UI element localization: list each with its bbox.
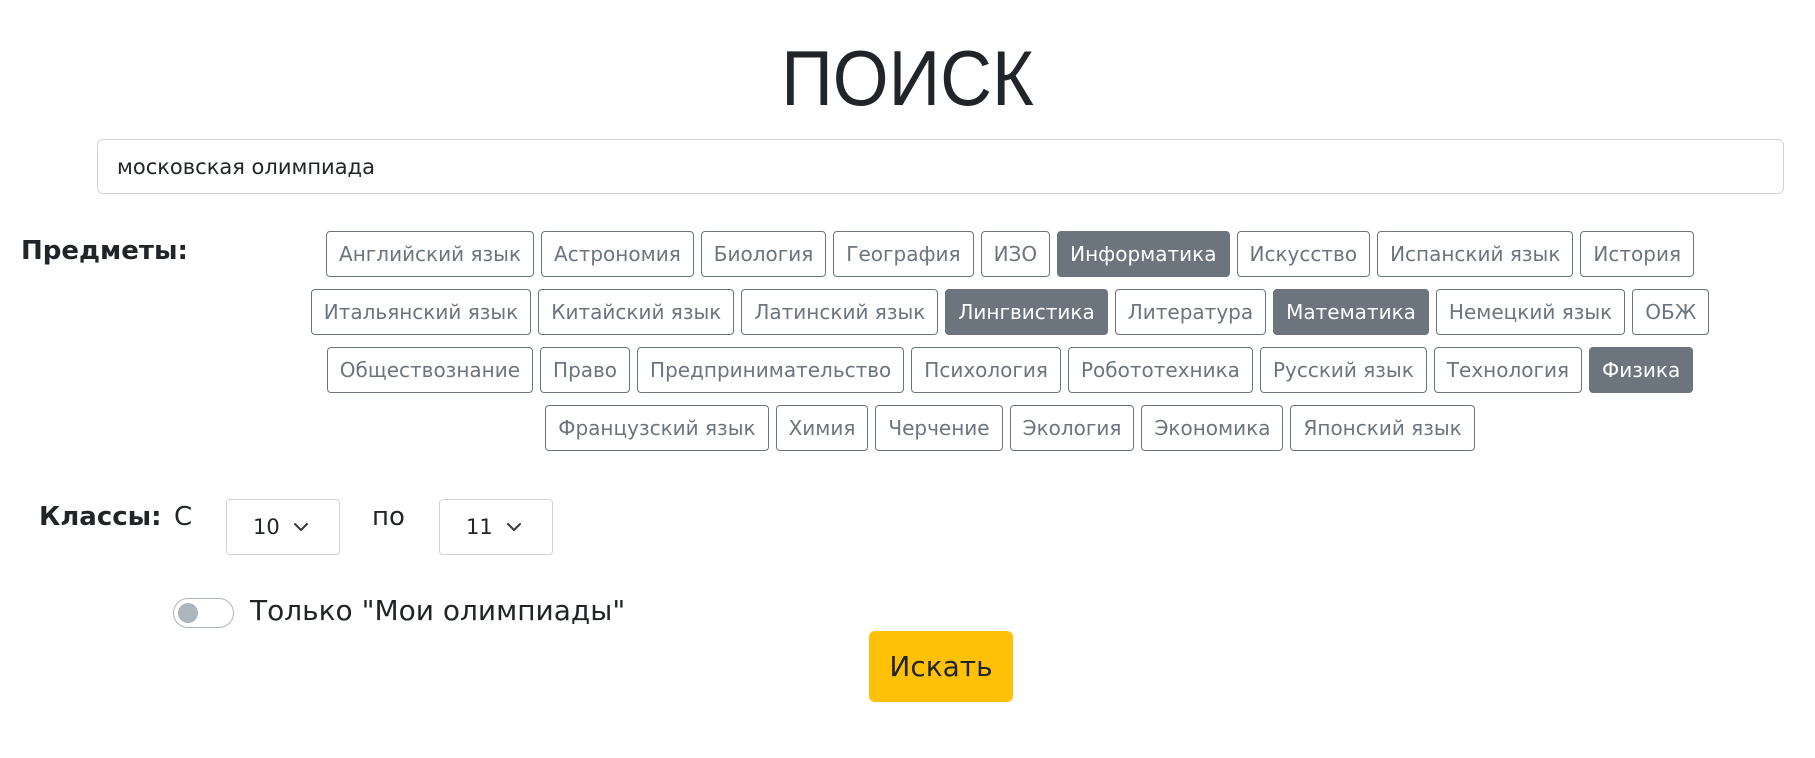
- search-input[interactable]: [97, 139, 1784, 194]
- my-olympiads-label: Только "Мои олимпиады": [250, 594, 626, 627]
- subjects-row: Итальянский язык Китайский язык Латински…: [310, 289, 1710, 335]
- chevron-down-icon: [294, 523, 308, 531]
- subject-chip[interactable]: Лингвистика: [945, 289, 1108, 335]
- page-title: ПОИСК: [781, 34, 1034, 122]
- search-button[interactable]: Искать: [869, 631, 1013, 702]
- subjects-row: Английский язык Астрономия Биология Геог…: [326, 231, 1694, 277]
- grade-to-label: по: [372, 502, 405, 532]
- subject-chip[interactable]: Физика: [1589, 347, 1694, 393]
- subject-chip[interactable]: Информатика: [1057, 231, 1230, 277]
- subject-chip[interactable]: История: [1580, 231, 1694, 277]
- subject-chip[interactable]: Технология: [1433, 347, 1583, 393]
- subject-chip[interactable]: Русский язык: [1259, 347, 1427, 393]
- grade-from-select[interactable]: 10: [226, 499, 340, 555]
- subject-chip[interactable]: ОБЖ: [1632, 289, 1710, 335]
- subject-chip[interactable]: Астрономия: [541, 231, 694, 277]
- subjects-label: Предметы:: [21, 236, 188, 266]
- subject-chip[interactable]: Немецкий язык: [1435, 289, 1626, 335]
- grades-label: Классы:: [39, 502, 162, 532]
- subject-chip[interactable]: Искусство: [1236, 231, 1371, 277]
- subject-chip[interactable]: Испанский язык: [1377, 231, 1574, 277]
- subject-chip[interactable]: Экономика: [1141, 405, 1284, 451]
- chevron-down-icon: [507, 523, 521, 531]
- subject-chip[interactable]: Английский язык: [326, 231, 535, 277]
- subjects-row: Французский язык Химия Черчение Экология…: [545, 405, 1475, 451]
- subject-chip[interactable]: География: [833, 231, 974, 277]
- grade-to-value: 11: [466, 515, 493, 539]
- subject-chip[interactable]: Латинский язык: [741, 289, 939, 335]
- subject-chip[interactable]: Китайский язык: [538, 289, 735, 335]
- subject-chip[interactable]: Математика: [1273, 289, 1429, 335]
- subject-chip[interactable]: Робототехника: [1067, 347, 1253, 393]
- subjects-row: Обществознание Право Предпринимательство…: [326, 347, 1694, 393]
- toggle-knob: [178, 603, 198, 623]
- subject-chip[interactable]: Обществознание: [326, 347, 534, 393]
- subject-chip[interactable]: Итальянский язык: [310, 289, 532, 335]
- subject-chip[interactable]: Экология: [1009, 405, 1135, 451]
- subject-chip[interactable]: ИЗО: [980, 231, 1051, 277]
- subject-chip[interactable]: Химия: [775, 405, 869, 451]
- grade-from-value: 10: [253, 515, 280, 539]
- subject-chip[interactable]: Черчение: [875, 405, 1003, 451]
- subject-chip[interactable]: Биология: [700, 231, 827, 277]
- subject-chip[interactable]: Предпринимательство: [637, 347, 905, 393]
- grade-from-label: С: [174, 502, 193, 532]
- subject-chip[interactable]: Литература: [1114, 289, 1267, 335]
- subject-chip[interactable]: Японский язык: [1290, 405, 1475, 451]
- subject-chip[interactable]: Психология: [911, 347, 1061, 393]
- my-olympiads-toggle[interactable]: [173, 598, 234, 628]
- grade-to-select[interactable]: 11: [439, 499, 553, 555]
- subject-chip[interactable]: Право: [540, 347, 631, 393]
- subjects-filter: Английский язык Астрономия Биология Геог…: [310, 231, 1710, 451]
- subject-chip[interactable]: Французский язык: [545, 405, 769, 451]
